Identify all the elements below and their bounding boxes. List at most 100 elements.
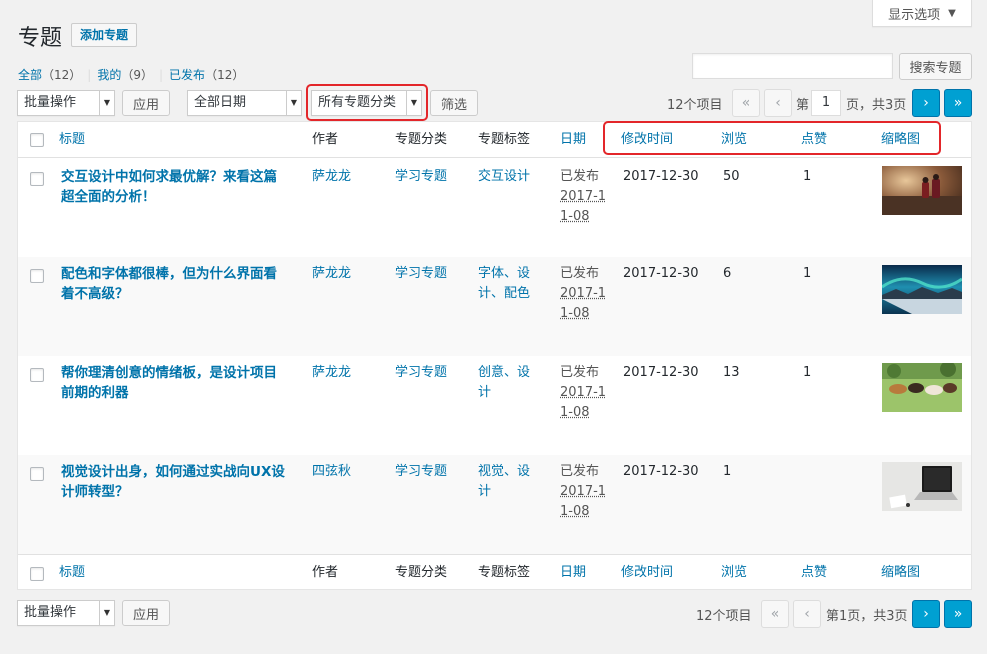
dropdown-arrow-icon: ▼ — [99, 601, 114, 625]
thumbnail-image[interactable] — [882, 166, 962, 215]
row-tags-link[interactable]: 视觉、设计 — [478, 462, 532, 502]
thumbnail-image[interactable] — [882, 363, 962, 412]
bulk-actions-select-bottom[interactable]: 批量操作 ▼ — [17, 600, 115, 626]
col-date-footer[interactable]: 日期 — [560, 563, 586, 583]
first-page-icon[interactable]: « — [761, 600, 789, 628]
col-category: 专题分类 — [395, 132, 448, 147]
bulk-actions-value: 批量操作 — [24, 95, 77, 110]
row-views: 1 — [723, 464, 732, 479]
row-checkbox[interactable] — [30, 269, 44, 283]
view-mine-count: （9） — [121, 68, 153, 82]
select-all-checkbox-footer[interactable] — [30, 567, 44, 581]
last-page-icon[interactable]: » — [944, 600, 972, 628]
screen-options-button[interactable]: 显示选项 ▼ — [872, 0, 972, 27]
prev-page-icon[interactable]: ‹ — [764, 89, 792, 117]
row-category-link[interactable]: 学习专题 — [395, 264, 447, 284]
row-likes: 1 — [803, 169, 812, 184]
row-checkbox[interactable] — [30, 467, 44, 481]
view-mine-link[interactable]: 我的 — [97, 66, 121, 83]
table-row: 交互设计中如何求最优解？来看这篇 超全面的分析！ 萨龙龙 学习专题 交互设计 已发… — [18, 158, 971, 257]
row-date: 已发布 2017-1 1-08 — [560, 365, 607, 420]
col-author-footer: 作者 — [312, 565, 339, 580]
col-category-footer: 专题分类 — [395, 565, 448, 580]
bulk-actions-value: 批量操作 — [24, 605, 77, 620]
row-author-link[interactable]: 萨龙龙 — [312, 363, 351, 383]
select-all-checkbox[interactable] — [30, 133, 44, 147]
row-tags-link[interactable]: 字体、设 计、配色 — [478, 264, 532, 304]
screen-options-label: 显示选项 — [888, 7, 941, 23]
view-published-count: （12） — [205, 68, 245, 82]
date-filter-value: 全部日期 — [194, 95, 247, 110]
search-button[interactable]: 搜索专题 — [899, 53, 972, 80]
thumbnail-image[interactable] — [882, 462, 962, 511]
dropdown-arrow-icon: ▼ — [286, 91, 301, 115]
last-page-icon[interactable]: » — [944, 89, 972, 117]
col-tags-footer: 专题标签 — [478, 565, 531, 580]
row-tags-link[interactable]: 创意、设计 — [478, 363, 532, 403]
row-views: 6 — [723, 266, 732, 281]
col-likes-footer[interactable]: 点赞 — [801, 563, 827, 583]
col-views-footer[interactable]: 浏览 — [721, 563, 747, 583]
row-title-link[interactable]: 视觉设计出身，如何通过实战向UX设 计师转型？ — [61, 462, 297, 502]
col-modified-footer[interactable]: 修改时间 — [621, 563, 673, 583]
row-title-link[interactable]: 交互设计中如何求最优解？来看这篇 超全面的分析！ — [61, 167, 297, 207]
filter-button[interactable]: 筛选 — [430, 90, 478, 116]
highlight-box-columns — [603, 121, 941, 155]
row-tags-link[interactable]: 交互设计 — [478, 167, 532, 187]
row-date: 已发布 2017-1 1-08 — [560, 169, 607, 224]
page-title: 专题 — [18, 26, 63, 51]
next-page-icon[interactable]: › — [912, 600, 940, 628]
row-likes: 1 — [803, 365, 812, 380]
row-title-link[interactable]: 帮你理清创意的情绪板，是设计项目 前期的利器 — [61, 363, 297, 403]
thumbnail-image[interactable] — [882, 265, 962, 314]
row-category-link[interactable]: 学习专题 — [395, 363, 447, 383]
row-modified: 2017-12-30 — [623, 169, 699, 184]
next-page-icon[interactable]: › — [912, 89, 940, 117]
first-page-icon[interactable]: « — [732, 89, 760, 117]
view-all-count: （12） — [42, 68, 82, 82]
table-row: 视觉设计出身，如何通过实战向UX设 计师转型？ 四弦秋 学习专题 视觉、设计 已发… — [18, 455, 971, 554]
view-all-link[interactable]: 全部 — [18, 66, 42, 83]
col-thumb-footer[interactable]: 缩略图 — [881, 563, 920, 583]
row-checkbox[interactable] — [30, 172, 44, 186]
view-filters: 全部 （12） | 我的 （9） | 已发布 （12） — [18, 66, 245, 83]
table-row: 配色和字体都很棒，但为什么界面看 着不高级？ 萨龙龙 学习专题 字体、设 计、配色 … — [18, 257, 971, 356]
row-modified: 2017-12-30 — [623, 266, 699, 281]
col-title[interactable]: 标题 — [59, 130, 85, 150]
row-category-link[interactable]: 学习专题 — [395, 462, 447, 482]
row-checkbox[interactable] — [30, 368, 44, 382]
col-title-footer[interactable]: 标题 — [59, 563, 85, 583]
row-author-link[interactable]: 萨龙龙 — [312, 264, 351, 284]
row-title-link[interactable]: 配色和字体都很棒，但为什么界面看 着不高级？ — [61, 264, 297, 304]
date-filter-select[interactable]: 全部日期 ▼ — [187, 90, 302, 116]
items-count-bottom: 12个项目 — [696, 609, 752, 624]
row-likes: 1 — [803, 266, 812, 281]
apply-button-top[interactable]: 应用 — [122, 90, 170, 116]
page-suffix: 页，共3页 — [846, 98, 907, 113]
topics-table: 标题 作者 专题分类 专题标签 日期 修改时间 浏览 点赞 缩略图 交互设计中如… — [17, 121, 972, 590]
prev-page-icon[interactable]: ‹ — [793, 600, 821, 628]
table-footer: 标题 作者 专题分类 专题标签 日期 修改时间 浏览 点赞 缩略图 — [18, 554, 971, 591]
view-published-link[interactable]: 已发布 — [169, 66, 205, 83]
apply-button-bottom[interactable]: 应用 — [122, 600, 170, 626]
row-modified: 2017-12-30 — [623, 365, 699, 380]
table-row: 帮你理清创意的情绪板，是设计项目 前期的利器 萨龙龙 学习专题 创意、设计 已发布… — [18, 356, 971, 455]
row-date: 已发布 2017-1 1-08 — [560, 464, 607, 519]
bulk-actions-select-top[interactable]: 批量操作 ▼ — [17, 90, 115, 116]
add-topic-button[interactable]: 添加专题 — [71, 23, 138, 47]
row-date: 已发布 2017-1 1-08 — [560, 266, 607, 321]
current-page-input[interactable]: 1 — [811, 90, 841, 116]
page-status-bottom: 第1页，共3页 — [826, 609, 908, 624]
row-category-link[interactable]: 学习专题 — [395, 167, 447, 187]
search-input[interactable] — [692, 53, 893, 79]
caret-down-icon: ▼ — [948, 7, 956, 19]
row-author-link[interactable]: 四弦秋 — [312, 462, 351, 482]
col-tags: 专题标签 — [478, 132, 531, 147]
col-date[interactable]: 日期 — [560, 130, 586, 150]
row-views: 13 — [723, 365, 740, 380]
col-author: 作者 — [312, 132, 339, 147]
row-views: 50 — [723, 169, 740, 184]
row-author-link[interactable]: 萨龙龙 — [312, 167, 351, 187]
dropdown-arrow-icon: ▼ — [99, 91, 114, 115]
page-prefix: 第 — [796, 98, 810, 113]
